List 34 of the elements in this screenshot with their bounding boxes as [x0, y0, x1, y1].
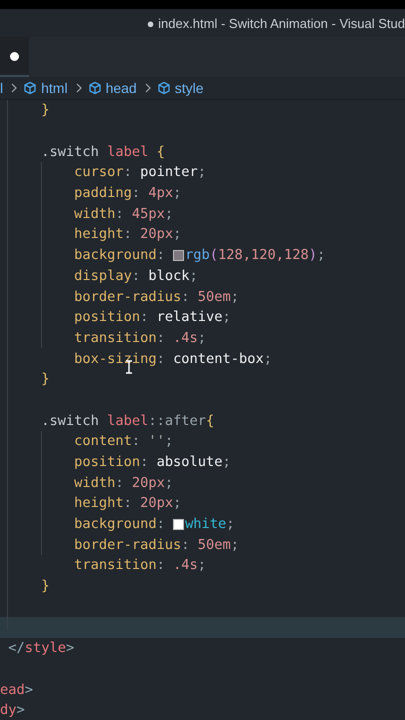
code-line: .switch label::after{	[40, 412, 214, 429]
code-line: }	[40, 102, 50, 118]
code-line: background: white;	[73, 516, 235, 532]
code-line: dy>	[0, 702, 25, 718]
breadcrumb-item[interactable]: html	[41, 80, 68, 96]
breadcrumb-item[interactable]: style	[174, 80, 204, 96]
code-line: height: 20px;	[73, 226, 182, 242]
code-line: height: 20px;	[73, 495, 182, 512]
chevron-right-icon	[144, 83, 151, 93]
code-line: border-radius: 50em;	[73, 288, 239, 305]
editor-tab[interactable]	[0, 37, 29, 77]
window-title: ● index.html - Switch Animation - Visual Stud	[146, 16, 405, 30]
code-line: }	[40, 371, 50, 388]
code-line: content: '';	[73, 433, 174, 450]
code-line: padding: 4px;	[73, 185, 182, 202]
code-line: background: rgb(128,120,128);	[73, 247, 326, 264]
code-line: ead>	[0, 682, 33, 698]
code-line: border-radius: 50em;	[73, 536, 239, 553]
code-line: width: 45px;	[73, 206, 174, 222]
code-line: </style>	[7, 640, 74, 656]
breadcrumb-item[interactable]: l	[0, 80, 4, 96]
code-line: width: 20px;	[73, 474, 174, 491]
code-line: transition: .4s;	[73, 330, 206, 346]
code-line: .switch label {	[40, 144, 165, 160]
code-line: position: relative;	[73, 309, 231, 326]
code-line: box-sizing: content-box;	[73, 350, 272, 367]
code-line: transition: .4s;	[73, 557, 206, 574]
breadcrumb-item[interactable]: head	[106, 80, 137, 96]
chevron-right-icon	[11, 83, 18, 93]
code-line: display: block;	[73, 268, 198, 284]
code-line: position: absolute;	[73, 454, 231, 470]
chevron-right-icon	[76, 83, 82, 93]
code-line: }	[40, 578, 50, 594]
code-line: cursor: pointer;	[73, 164, 206, 180]
